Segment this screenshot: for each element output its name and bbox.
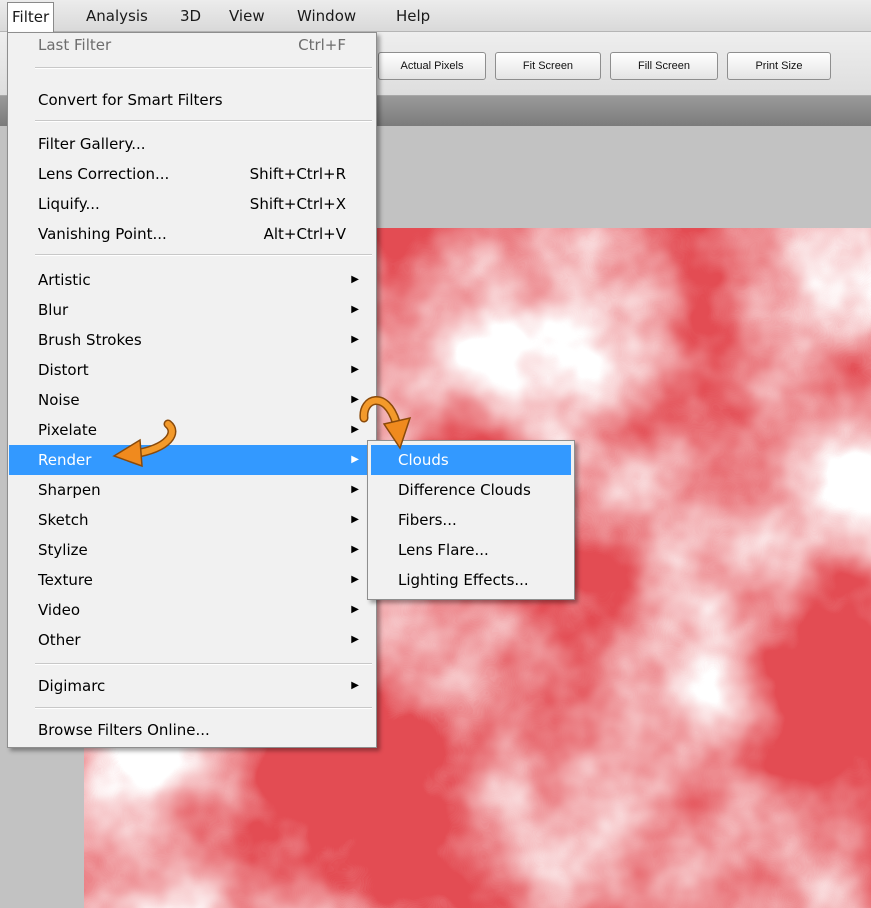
submenu-item-label: Difference Clouds [398, 481, 531, 499]
triangle-right-icon: ▶ [351, 304, 359, 315]
actual-pixels-button[interactable]: Actual Pixels [378, 52, 486, 80]
submenu-item-label: Lens Flare... [398, 541, 489, 559]
menu-window[interactable]: Window [297, 5, 356, 27]
menu-item-artistic[interactable]: Artistic ▶ [9, 265, 375, 295]
menu-item-label: Noise [38, 391, 80, 409]
menu-view[interactable]: View [229, 5, 265, 27]
menu-item-sharpen[interactable]: Sharpen ▶ [9, 475, 375, 505]
menu-item-label: Sketch [38, 511, 89, 529]
menu-item-noise[interactable]: Noise ▶ [9, 385, 375, 415]
triangle-right-icon: ▶ [351, 484, 359, 495]
menu-item-label: Blur [38, 301, 69, 319]
menu-item-label: Vanishing Point... [38, 225, 167, 243]
filter-menu: Last Filter Ctrl+F Convert for Smart Fil… [7, 32, 377, 748]
menu-analysis[interactable]: Analysis [86, 5, 148, 27]
triangle-right-icon: ▶ [351, 680, 359, 691]
menu-item-stylize[interactable]: Stylize ▶ [9, 535, 375, 565]
menu-item-convert-smart-filters[interactable]: Convert for Smart Filters [9, 85, 375, 115]
menu-separator [35, 707, 372, 709]
menu-filter[interactable]: Filter [7, 2, 55, 32]
triangle-right-icon: ▶ [351, 424, 359, 435]
menu-item-label: Digimarc [38, 677, 106, 695]
menu-item-label: Convert for Smart Filters [38, 91, 223, 109]
menu-item-label: Sharpen [38, 481, 101, 499]
submenu-item-clouds[interactable]: Clouds [371, 445, 571, 475]
print-size-button[interactable]: Print Size [727, 52, 831, 80]
submenu-item-difference-clouds[interactable]: Difference Clouds [371, 475, 571, 505]
menu-item-brush-strokes[interactable]: Brush Strokes ▶ [9, 325, 375, 355]
menu-item-texture[interactable]: Texture ▶ [9, 565, 375, 595]
triangle-right-icon: ▶ [351, 394, 359, 405]
menu-item-label: Last Filter [38, 36, 112, 54]
submenu-item-fibers[interactable]: Fibers... [371, 505, 571, 535]
menu-item-label: Artistic [38, 271, 91, 289]
menu-3d[interactable]: 3D [180, 5, 201, 27]
menu-item-shortcut: Shift+Ctrl+X [249, 195, 346, 213]
menu-separator [35, 120, 372, 122]
menu-item-lens-correction[interactable]: Lens Correction... Shift+Ctrl+R [9, 159, 375, 189]
menu-item-shortcut: Ctrl+F [298, 36, 346, 54]
menu-item-label: Video [38, 601, 81, 619]
menu-item-render[interactable]: Render ▶ [9, 445, 375, 475]
menu-item-vanishing-point[interactable]: Vanishing Point... Alt+Ctrl+V [9, 219, 375, 249]
menu-item-filter-gallery[interactable]: Filter Gallery... [9, 129, 375, 159]
menu-item-label: Liquify... [38, 195, 100, 213]
menu-separator [35, 67, 372, 69]
submenu-item-lens-flare[interactable]: Lens Flare... [371, 535, 571, 565]
menu-bar: Filter Analysis 3D View Window Help [0, 0, 871, 32]
menu-item-label: Brush Strokes [38, 331, 142, 349]
triangle-right-icon: ▶ [351, 334, 359, 345]
submenu-item-label: Lighting Effects... [398, 571, 529, 589]
menu-item-label: Other [38, 631, 81, 649]
triangle-right-icon: ▶ [351, 364, 359, 375]
menu-item-label: Lens Correction... [38, 165, 170, 183]
menu-separator [35, 254, 372, 256]
menu-item-label: Pixelate [38, 421, 97, 439]
menu-item-last-filter[interactable]: Last Filter Ctrl+F [9, 30, 375, 60]
menu-help[interactable]: Help [396, 5, 430, 27]
fit-screen-button[interactable]: Fit Screen [495, 52, 601, 80]
menu-item-blur[interactable]: Blur ▶ [9, 295, 375, 325]
triangle-right-icon: ▶ [351, 514, 359, 525]
menu-item-label: Texture [38, 571, 93, 589]
menu-item-label: Browse Filters Online... [38, 721, 210, 739]
submenu-item-lighting-effects[interactable]: Lighting Effects... [371, 565, 571, 595]
triangle-right-icon: ▶ [351, 544, 359, 555]
menu-item-liquify[interactable]: Liquify... Shift+Ctrl+X [9, 189, 375, 219]
render-submenu: Clouds Difference Clouds Fibers... Lens … [367, 440, 575, 600]
menu-item-other[interactable]: Other ▶ [9, 625, 375, 655]
menu-item-label: Render [38, 451, 92, 469]
menu-item-video[interactable]: Video ▶ [9, 595, 375, 625]
menu-item-browse-filters-online[interactable]: Browse Filters Online... [9, 715, 375, 745]
fill-screen-button[interactable]: Fill Screen [610, 52, 718, 80]
menu-item-sketch[interactable]: Sketch ▶ [9, 505, 375, 535]
triangle-right-icon: ▶ [351, 454, 359, 465]
submenu-item-label: Clouds [398, 451, 449, 469]
triangle-right-icon: ▶ [351, 604, 359, 615]
menu-item-distort[interactable]: Distort ▶ [9, 355, 375, 385]
submenu-item-label: Fibers... [398, 511, 457, 529]
menu-item-label: Filter Gallery... [38, 135, 146, 153]
menu-item-label: Distort [38, 361, 89, 379]
menu-item-pixelate[interactable]: Pixelate ▶ [9, 415, 375, 445]
triangle-right-icon: ▶ [351, 634, 359, 645]
menu-item-digimarc[interactable]: Digimarc ▶ [9, 671, 375, 701]
triangle-right-icon: ▶ [351, 574, 359, 585]
triangle-right-icon: ▶ [351, 274, 359, 285]
menu-item-label: Stylize [38, 541, 88, 559]
menu-separator [35, 663, 372, 665]
menu-item-shortcut: Alt+Ctrl+V [263, 225, 346, 243]
menu-item-shortcut: Shift+Ctrl+R [249, 165, 346, 183]
